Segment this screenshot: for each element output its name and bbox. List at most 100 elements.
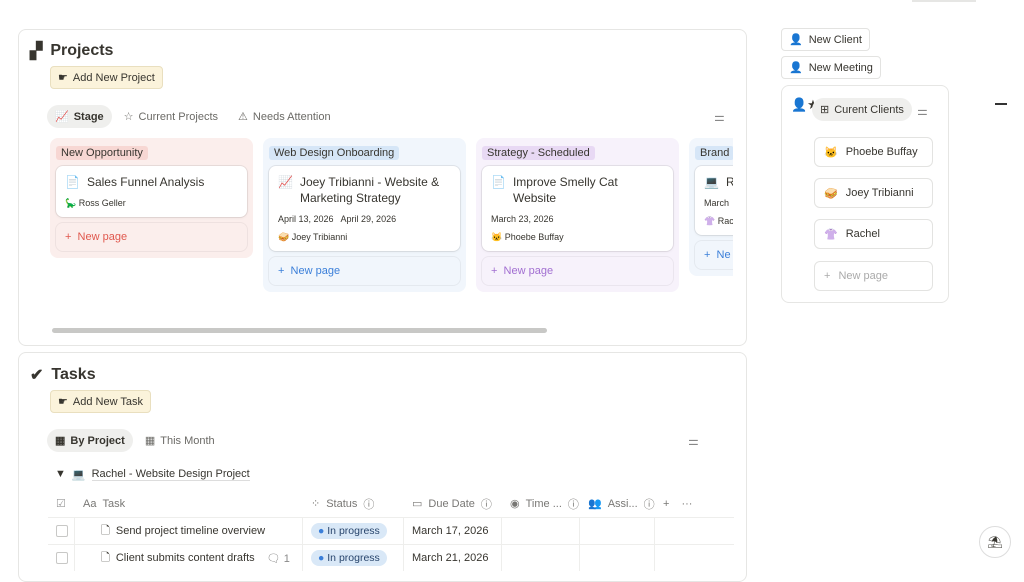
tab-current-clients[interactable]: ⊞ Curent Clients — [812, 98, 912, 121]
new-meeting-button[interactable]: 👤 New Meeting — [781, 56, 881, 79]
new-page-button[interactable]: + New page — [56, 223, 247, 251]
table-icon: ▦ — [144, 435, 156, 447]
add-new-task-button[interactable]: ☛ Add New Task — [50, 390, 151, 413]
column-due-date[interactable]: ▭ Due Date ⓘ — [404, 490, 502, 517]
tab-this-month[interactable]: ▦ This Month — [137, 429, 223, 452]
row-checkbox[interactable] — [56, 552, 68, 564]
calendar-icon: ▭ — [412, 498, 423, 510]
tab-by-project[interactable]: ▦ By Project — [47, 429, 133, 452]
client-card[interactable]: 🥪 Joey Tribianni — [814, 178, 933, 208]
status-badge[interactable]: ● In progress — [311, 523, 387, 539]
client-name: Rachel — [845, 228, 880, 240]
plus-icon: + — [824, 270, 831, 282]
time-cell[interactable] — [502, 518, 580, 544]
board-column: Web Design Onboarding 📈 Joey Tribianni - … — [263, 138, 466, 292]
page-icon: 📄 — [491, 175, 506, 189]
due-date[interactable]: March 21, 2026 — [404, 545, 502, 571]
tasks-view-tabs: ▦ By Project ▦ This Month — [47, 429, 223, 452]
client-card[interactable]: 🐱 Phoebe Buffay — [814, 137, 933, 167]
stage-tag: Strategy - Scheduled — [482, 146, 595, 160]
project-dates: April 13, 2026 April 29, 2026 — [278, 214, 397, 224]
assignee-cell[interactable] — [580, 518, 655, 544]
people-icon: 👥 — [588, 498, 602, 510]
client-emoji-icon: 👚 — [824, 228, 838, 241]
project-card[interactable]: 📈 Joey Tribianni - Website & Marketing St… — [269, 166, 460, 251]
project-dates: March 23, 2026 — [491, 214, 554, 224]
project-title: Joey Tribianni - Website & Marketing Str… — [299, 175, 440, 205]
triangle-down-icon: ▼ — [55, 468, 66, 480]
text-icon: Aa — [83, 497, 97, 510]
top-bar-fragment — [912, 0, 976, 2]
column-time[interactable]: ◉ Time ... ⓘ — [502, 490, 580, 517]
comment-count[interactable]: 🗨 1 — [267, 552, 290, 565]
due-date[interactable]: March 17, 2026 — [404, 518, 502, 544]
info-icon: ⓘ — [643, 498, 655, 511]
tasks-heading: ✔ Tasks — [30, 366, 96, 384]
page-icon: 🗋 — [101, 551, 110, 564]
board-column: New Opportunity 📄 Sales Funnel Analysis 🦕… — [50, 138, 253, 258]
task-title[interactable]: Send project timeline overview — [116, 525, 265, 537]
page-icon: 📈 — [278, 175, 293, 189]
client-name: Joey Tribianni — [845, 187, 914, 199]
new-client-button[interactable]: 👤 New Client — [781, 28, 870, 51]
cursor-icon: ☛ — [58, 396, 68, 408]
project-dates: March — [704, 198, 730, 208]
person-icon: 👤 — [789, 34, 803, 46]
project-title: Improve Smelly Cat Website — [512, 175, 618, 205]
project-title: Ra Pr — [725, 175, 733, 189]
info-icon: ⓘ — [567, 498, 579, 511]
board-column: Strategy - Scheduled 📄 Improve Smelly Cat… — [476, 138, 679, 292]
client-link[interactable]: 👚 Rac — [704, 216, 733, 227]
check-circle-icon: ✔ — [30, 367, 44, 384]
client-link[interactable]: 🐱 Phoebe Buffay — [491, 232, 664, 243]
client-link[interactable]: 🦕 Ross Geller — [65, 198, 238, 209]
clock-icon: ◉ — [510, 498, 520, 510]
status-badge[interactable]: ● In progress — [311, 550, 387, 566]
table-header: ☑ Aa Task ⁘ Status ⓘ ▭ Due Date ⓘ ◉ Time ... ⓘ … — [48, 490, 734, 517]
time-cell[interactable] — [502, 545, 580, 571]
stage-tag: Brand — [695, 146, 733, 160]
horizontal-scrollbar[interactable] — [52, 328, 547, 333]
project-card[interactable]: 📄 Improve Smelly Cat Website March 23, 20… — [482, 166, 673, 251]
table-icon: ▦ — [55, 435, 66, 447]
new-page-button[interactable]: + New page — [482, 257, 673, 285]
client-card[interactable]: 👚 Rachel — [814, 219, 933, 249]
help-avatar[interactable]: ⛱ — [979, 526, 1011, 558]
column-assignee[interactable]: 👥 Assi... ⓘ — [580, 490, 655, 517]
client-link[interactable]: 🥪 Joey Tribianni — [278, 232, 451, 243]
project-card[interactable]: 📄 Sales Funnel Analysis 🦕 Ross Geller — [56, 166, 247, 217]
row-checkbox[interactable] — [56, 525, 68, 537]
assignee-cell[interactable] — [580, 545, 655, 571]
gallery-icon: ⊞ — [820, 104, 830, 116]
new-page-button[interactable]: + Ne — [695, 241, 733, 269]
more-icon[interactable]: ··· — [681, 498, 692, 510]
page-icon: 💻 — [704, 175, 719, 189]
project-card[interactable]: 💻 Ra Pr March 👚 Rac — [695, 166, 733, 235]
table-row[interactable]: 🗋 Client submits content drafts 🗨 1 ● In p… — [48, 544, 734, 571]
page-icon: 📄 — [65, 175, 80, 189]
client-emoji-icon: 🥪 — [824, 187, 838, 200]
new-page-button[interactable]: + New page — [269, 257, 460, 285]
task-title[interactable]: Client submits content drafts — [116, 552, 255, 564]
stage-tag: New Opportunity — [56, 146, 148, 160]
plus-icon: + — [65, 231, 75, 243]
project-title: Sales Funnel Analysis — [86, 175, 205, 189]
stage-tag: Web Design Onboarding — [269, 146, 400, 160]
filter-settings-icon[interactable]: ⚌ — [917, 104, 928, 118]
table-row[interactable]: 🗋 Send project timeline overview ● In pro… — [48, 517, 734, 544]
group-header[interactable]: ▼ 💻 Rachel - Website Design Project — [55, 468, 250, 481]
add-column-icon[interactable]: + — [663, 498, 669, 510]
select-all-checkbox[interactable]: ☑ — [48, 490, 75, 517]
new-client-page-button[interactable]: + New page — [814, 261, 933, 291]
plus-icon: + — [704, 249, 714, 261]
column-task[interactable]: Aa Task — [75, 490, 303, 517]
column-status[interactable]: ⁘ Status ⓘ — [303, 490, 404, 517]
outline-toggle-icon[interactable] — [995, 103, 1007, 105]
info-icon: ⓘ — [480, 498, 492, 511]
client-emoji-icon: 🐱 — [824, 146, 838, 159]
filter-settings-icon[interactable]: ⚌ — [688, 434, 699, 448]
info-icon: ⓘ — [363, 498, 375, 511]
person-icon: 👤 — [789, 62, 803, 74]
plus-icon: + — [278, 265, 288, 277]
client-name: Phoebe Buffay — [845, 146, 918, 158]
